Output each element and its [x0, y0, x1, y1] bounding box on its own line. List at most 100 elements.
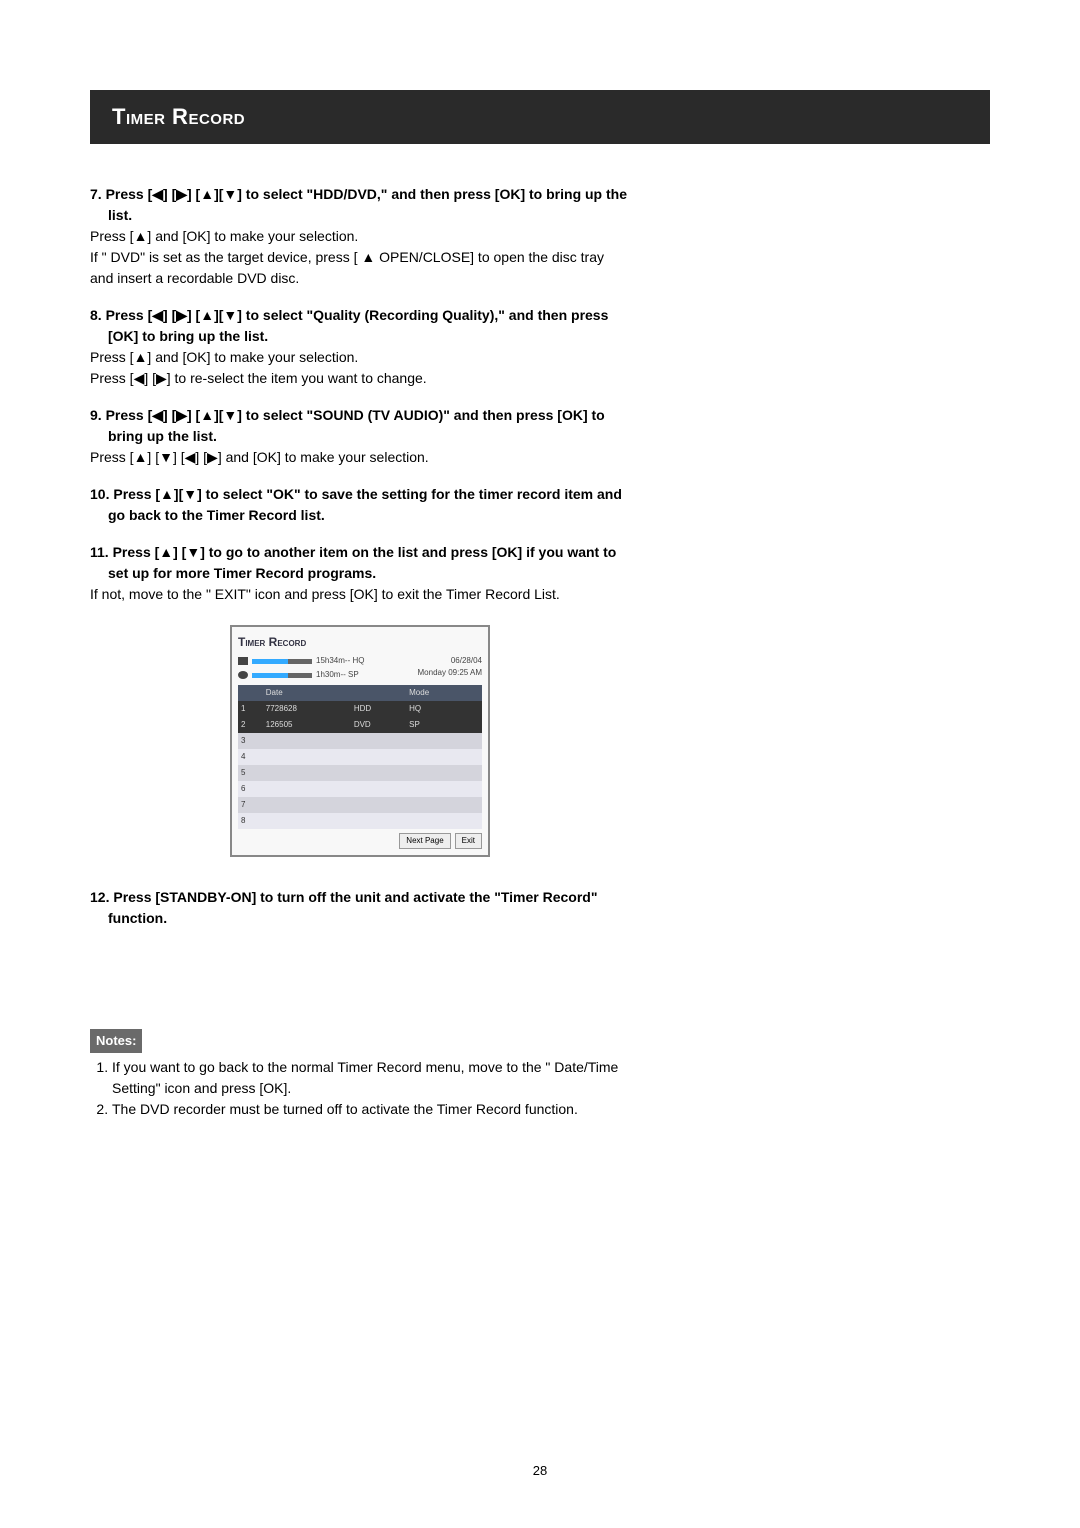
col-date: Date — [263, 685, 351, 701]
cell — [351, 813, 406, 829]
cell — [406, 765, 468, 781]
cell: DVD — [351, 717, 406, 733]
section-title: Timer Record — [112, 104, 968, 130]
meter-label: 1h30m-- SP — [316, 669, 359, 681]
screenshot-title: Timer Record — [238, 633, 482, 651]
cell: 6 — [238, 781, 263, 797]
meter-bar — [252, 659, 312, 664]
note-item: The DVD recorder must be turned off to a… — [112, 1099, 630, 1120]
step-11: 11. Press [▲] [▼] to go to another item … — [90, 542, 630, 605]
cell — [468, 797, 482, 813]
col-mode: Mode — [406, 685, 468, 701]
step-title: 8. Press [◀] [▶] [▲][▼] to select "Quali… — [108, 305, 630, 347]
exit-button: Exit — [455, 833, 482, 849]
step-body: Press [▲] and [OK] to make your selectio… — [90, 226, 630, 247]
step-12: 12. Press [STANDBY-ON] to turn off the u… — [90, 887, 630, 929]
content-column: 7. Press [◀] [▶] [▲][▼] to select "HDD/D… — [90, 184, 630, 1120]
cell: 1 — [238, 701, 263, 717]
cell — [406, 781, 468, 797]
cell — [406, 733, 468, 749]
cell — [468, 813, 482, 829]
cell — [351, 797, 406, 813]
meter-label: 15h34m-- HQ — [316, 655, 364, 667]
cell — [468, 765, 482, 781]
cell — [406, 797, 468, 813]
cell — [468, 781, 482, 797]
note-item: If you want to go back to the normal Tim… — [112, 1057, 630, 1099]
disc-icon — [238, 671, 248, 679]
cell — [406, 813, 468, 829]
step-title: 9. Press [◀] [▶] [▲][▼] to select "SOUND… — [108, 405, 630, 447]
col-num — [238, 685, 263, 701]
cell — [263, 733, 351, 749]
cell — [406, 749, 468, 765]
meter-row: 15h34m-- HQ — [238, 655, 364, 667]
step-title: 12. Press [STANDBY-ON] to turn off the u… — [108, 887, 630, 929]
cell: 3 — [238, 733, 263, 749]
date-value: 06/28/04 — [418, 655, 482, 667]
cell — [351, 765, 406, 781]
step-7: 7. Press [◀] [▶] [▲][▼] to select "HDD/D… — [90, 184, 630, 289]
col-blank — [468, 685, 482, 701]
step-body: Press [▲] [▼] [◀] [▶] and [OK] to make y… — [90, 447, 630, 468]
table-row: 1 7728628 HDD HQ — [238, 701, 482, 717]
daytime-value: Monday 09:25 AM — [418, 667, 482, 679]
cell — [468, 717, 482, 733]
step-9: 9. Press [◀] [▶] [▲][▼] to select "SOUND… — [90, 405, 630, 468]
cell: 7728628 — [263, 701, 351, 717]
cell — [351, 749, 406, 765]
step-body: If " DVD" is set as the target device, p… — [90, 247, 630, 289]
cell: 4 — [238, 749, 263, 765]
next-page-button: Next Page — [399, 833, 450, 849]
cell: HDD — [351, 701, 406, 717]
cell: 8 — [238, 813, 263, 829]
cell — [263, 781, 351, 797]
notes-list: If you want to go back to the normal Tim… — [112, 1057, 630, 1120]
step-title: 7. Press [◀] [▶] [▲][▼] to select "HDD/D… — [108, 184, 630, 226]
screenshot-meters: 15h34m-- HQ 1h30m-- SP — [238, 655, 364, 681]
notes-label: Notes: — [90, 1029, 142, 1053]
screenshot-footer: Next Page Exit — [238, 833, 482, 849]
table-row: 6 — [238, 781, 482, 797]
cell: 5 — [238, 765, 263, 781]
table-row: 7 — [238, 797, 482, 813]
table-row: 5 — [238, 765, 482, 781]
step-10: 10. Press [▲][▼] to select "OK" to save … — [90, 484, 630, 526]
hdd-icon — [238, 657, 248, 665]
meter-row: 1h30m-- SP — [238, 669, 364, 681]
cell — [468, 733, 482, 749]
cell — [263, 765, 351, 781]
table-row: 8 — [238, 813, 482, 829]
cell: 126505 — [263, 717, 351, 733]
step-title: 11. Press [▲] [▼] to go to another item … — [108, 542, 630, 584]
cell — [468, 749, 482, 765]
col-device — [351, 685, 406, 701]
cell — [351, 781, 406, 797]
embedded-screenshot: Timer Record 15h34m-- HQ 1h30m-- SP 06/2… — [230, 625, 490, 857]
cell — [468, 701, 482, 717]
cell — [263, 749, 351, 765]
cell — [263, 813, 351, 829]
screenshot-top-row: 15h34m-- HQ 1h30m-- SP 06/28/04 Monday 0… — [238, 655, 482, 681]
step-title: 10. Press [▲][▼] to select "OK" to save … — [108, 484, 630, 526]
step-8: 8. Press [◀] [▶] [▲][▼] to select "Quali… — [90, 305, 630, 389]
step-body: Press [▲] and [OK] to make your selectio… — [90, 347, 630, 368]
table-row: 2 126505 DVD SP — [238, 717, 482, 733]
cell: HQ — [406, 701, 468, 717]
screenshot-date: 06/28/04 Monday 09:25 AM — [418, 655, 482, 681]
section-header: Timer Record — [90, 90, 990, 144]
meter-bar — [252, 673, 312, 678]
step-body: If not, move to the " EXIT" icon and pre… — [90, 584, 630, 605]
table-body: 1 7728628 HDD HQ 2 126505 DVD SP 3 — [238, 701, 482, 829]
cell: SP — [406, 717, 468, 733]
cell — [263, 797, 351, 813]
step-body: Press [◀] [▶] to re-select the item you … — [90, 368, 630, 389]
table-row: 4 — [238, 749, 482, 765]
table-row: 3 — [238, 733, 482, 749]
page-number: 28 — [533, 1463, 547, 1478]
notes-section: Notes: If you want to go back to the nor… — [90, 1029, 630, 1120]
cell: 2 — [238, 717, 263, 733]
table-header-row: Date Mode — [238, 685, 482, 701]
timer-table: Date Mode 1 7728628 HDD HQ 2 126505 D — [238, 685, 482, 829]
cell: 7 — [238, 797, 263, 813]
